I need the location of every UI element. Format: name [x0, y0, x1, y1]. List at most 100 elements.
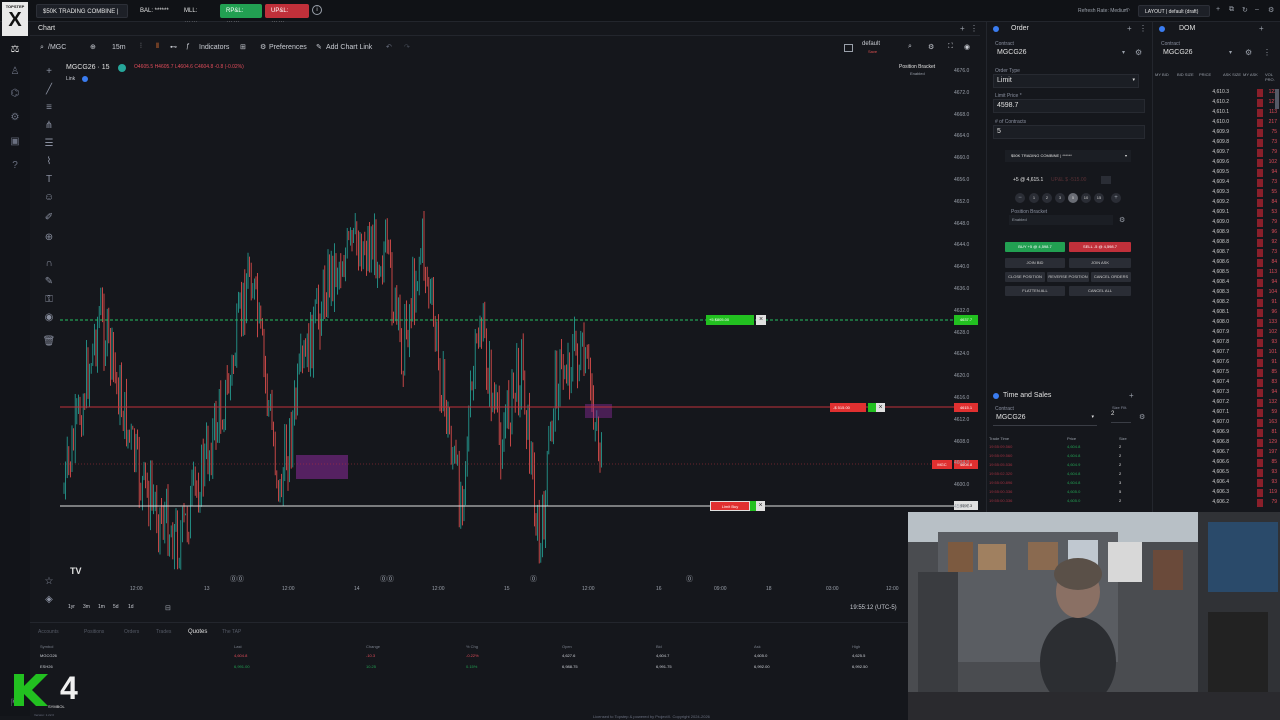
- dom-column-header[interactable]: ASK SIZE: [1223, 72, 1241, 77]
- flatten-all-button[interactable]: FLATTEN ALL: [1005, 286, 1065, 296]
- limit-order-tag[interactable]: Limit Buy: [710, 501, 750, 511]
- dom-column-header[interactable]: MY ASK: [1243, 72, 1261, 77]
- dom-row[interactable]: 4,606.9 81: [1153, 429, 1280, 439]
- drawn-rectangle-small[interactable]: [585, 404, 612, 418]
- dom-row[interactable]: 4,606.2 79: [1153, 499, 1280, 509]
- dom-row[interactable]: 4,608.4 94: [1153, 279, 1280, 289]
- date-range-icon[interactable]: ⊟: [165, 604, 171, 612]
- dom-row[interactable]: 4,607.8 93: [1153, 339, 1280, 349]
- dom-row[interactable]: 4,607.6 91: [1153, 359, 1280, 369]
- quantity-preset-button[interactable]: 3: [1055, 193, 1065, 203]
- dom-column-header[interactable]: MY BID: [1155, 72, 1173, 77]
- analytics-icon[interactable]: ♙: [8, 66, 22, 78]
- help-icon[interactable]: ?: [8, 160, 22, 172]
- dom-row[interactable]: 4,610.0 217: [1153, 119, 1280, 129]
- bracket-settings-icon[interactable]: ⚙: [1119, 216, 1125, 224]
- add-panel-icon[interactable]: +: [1259, 24, 1264, 33]
- range-button[interactable]: 1d: [128, 604, 134, 610]
- quotes-column-header[interactable]: Symbol: [40, 644, 53, 649]
- settings-icon[interactable]: ⚙: [1268, 6, 1274, 14]
- chart-timestamp[interactable]: 19:55:12 (UTC-5): [850, 605, 897, 611]
- dom-row[interactable]: 4,607.9 102: [1153, 329, 1280, 339]
- dom-row[interactable]: 4,609.9 75: [1153, 129, 1280, 139]
- quote-row[interactable]: ESH26 6,991.00 10.25 0.15% 6,988.75 6,991.75 6…: [30, 664, 908, 674]
- tradingview-icon[interactable]: ▣: [8, 136, 22, 148]
- dom-row[interactable]: 4,608.8 92: [1153, 239, 1280, 249]
- dom-contract-value[interactable]: MGCG26: [1163, 49, 1193, 56]
- dom-row[interactable]: 4,609.3 55: [1153, 189, 1280, 199]
- dom-row[interactable]: 4,608.7 73: [1153, 249, 1280, 259]
- panel-menu-icon[interactable]: ⋮: [1139, 24, 1147, 33]
- price-axis[interactable]: 4676.0 4672.0 4668.0 4664.0 4660.0 4656.0 4652…: [950, 68, 980, 588]
- dom-row[interactable]: 4,609.2 84: [1153, 199, 1280, 209]
- quotes-column-header[interactable]: Change: [366, 644, 380, 649]
- dom-row[interactable]: 4,607.3 94: [1153, 389, 1280, 399]
- quantity-preset-button[interactable]: 10: [1081, 193, 1091, 203]
- refresh-rate[interactable]: Refresh Rate: Medium: [1078, 8, 1128, 14]
- dom-row[interactable]: 4,610.2 127: [1153, 99, 1280, 109]
- increment-icon[interactable]: +: [1111, 193, 1121, 203]
- dom-row[interactable]: 4,606.8 129: [1153, 439, 1280, 449]
- reverse-position-button[interactable]: REVERSE POSITION: [1047, 272, 1089, 282]
- chevron-down-icon[interactable]: ▾: [1229, 49, 1232, 56]
- take-profit-close-icon[interactable]: ×: [756, 315, 766, 325]
- refresh-icon[interactable]: ↻: [1242, 6, 1248, 14]
- dom-row[interactable]: 4,607.5 85: [1153, 369, 1280, 379]
- dom-row[interactable]: 4,610.1 113: [1153, 109, 1280, 119]
- dom-row[interactable]: 4,606.5 93: [1153, 469, 1280, 479]
- cancel-all-button[interactable]: CANCEL ALL: [1069, 286, 1131, 296]
- settings-gear-icon[interactable]: ⚙: [8, 112, 22, 124]
- range-button[interactable]: 1m: [98, 604, 105, 610]
- quotes-column-header[interactable]: % Chg: [466, 644, 478, 649]
- add-panel-icon[interactable]: +: [1127, 24, 1132, 33]
- dom-column-header[interactable]: BID SIZE: [1177, 72, 1195, 77]
- dom-row[interactable]: 4,609.7 79: [1153, 149, 1280, 159]
- contracts-input[interactable]: 5: [993, 125, 1145, 139]
- order-type-select[interactable]: Limit ▾: [993, 74, 1139, 88]
- event-marker-icon[interactable]: ⓪⓪: [380, 574, 394, 584]
- quote-row[interactable]: MGCG26 4,604.8 -10.3 -0.22% 4,627.6 4,604.7 4,…: [30, 653, 908, 663]
- contract-value[interactable]: MGCG26: [997, 49, 1027, 56]
- dom-row[interactable]: 4,608.6 84: [1153, 259, 1280, 269]
- dom-column-header[interactable]: PRICE: [1199, 72, 1217, 77]
- sell-button[interactable]: SELL -5 @ 4,598.7: [1069, 242, 1131, 252]
- dom-row[interactable]: 4,606.6 85: [1153, 459, 1280, 469]
- join-bid-button[interactable]: JOIN BID: [1005, 258, 1065, 268]
- quotes-column-header[interactable]: Last: [234, 644, 242, 649]
- limit-price-input[interactable]: 4598.7: [993, 99, 1145, 113]
- dom-scrollbar[interactable]: [1275, 89, 1279, 109]
- drawn-rectangle[interactable]: [296, 455, 348, 479]
- dom-row[interactable]: 4,606.7 197: [1153, 449, 1280, 459]
- account-select[interactable]: $50K TRADING COMBINE | ****** ▾: [1005, 150, 1131, 162]
- dom-row[interactable]: 4,609.4 73: [1153, 179, 1280, 189]
- decrement-icon[interactable]: −: [1015, 193, 1025, 203]
- dom-row[interactable]: 4,608.3 104: [1153, 289, 1280, 299]
- close-position-button[interactable]: CLOSE POSITION: [1005, 272, 1045, 282]
- info-icon[interactable]: i: [312, 5, 322, 15]
- ts-settings-icon[interactable]: ⚙: [1139, 413, 1145, 421]
- ts-column-header[interactable]: Size: [1119, 436, 1127, 441]
- quotes-column-header[interactable]: Bid: [656, 644, 662, 649]
- chevron-down-icon[interactable]: ▾: [1122, 49, 1125, 56]
- add-panel-icon[interactable]: +: [1129, 391, 1134, 400]
- event-marker-icon[interactable]: ⓪: [686, 574, 693, 584]
- dom-menu-icon[interactable]: ⋮: [1263, 48, 1271, 57]
- dom-row[interactable]: 4,606.3 119: [1153, 489, 1280, 499]
- minimize-icon[interactable]: –: [1255, 6, 1259, 13]
- trading-icon[interactable]: ⚖: [8, 44, 22, 56]
- quotes-column-header[interactable]: Open: [562, 644, 572, 649]
- position-close-icon[interactable]: ×: [876, 403, 885, 412]
- quotes-column-header[interactable]: Ask: [754, 644, 761, 649]
- dom-row[interactable]: 4,607.7 101: [1153, 349, 1280, 359]
- join-ask-button[interactable]: JOIN ASK: [1069, 258, 1131, 268]
- size-filter-input[interactable]: 2: [1111, 411, 1131, 423]
- quantity-preset-button[interactable]: 1: [1029, 193, 1039, 203]
- reverse-toggle[interactable]: [1101, 176, 1111, 184]
- dom-row[interactable]: 4,609.6 102: [1153, 159, 1280, 169]
- buy-button[interactable]: BUY +5 @ 4,598.7: [1005, 242, 1065, 252]
- dom-row[interactable]: 4,608.5 113: [1153, 269, 1280, 279]
- order-settings-icon[interactable]: ⚙: [1135, 48, 1142, 57]
- bracket-select[interactable]: Enabled: [1009, 215, 1113, 225]
- dom-row[interactable]: 4,607.1 59: [1153, 409, 1280, 419]
- quantity-preset-button[interactable]: 5: [1068, 193, 1078, 203]
